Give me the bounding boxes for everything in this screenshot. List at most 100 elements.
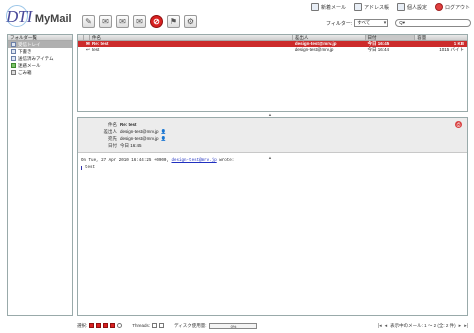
new-mail-icon <box>310 3 319 11</box>
print-icon[interactable]: ⎙ <box>455 121 462 128</box>
last-page-icon[interactable]: ▸| <box>464 323 468 329</box>
preview-date-row: 日付 今日 16:45 <box>78 142 467 149</box>
select-label: 選択: <box>77 322 88 328</box>
logo-ring-icon <box>6 5 28 27</box>
inbox-icon <box>11 42 16 47</box>
filter-label: フィルター: <box>326 20 353 27</box>
select-all-button[interactable] <box>89 323 95 328</box>
app-header: DTI MyMail 新着メール アドレス帳 個人設定 ログアウト ✎ ✉ ✉ … <box>0 0 474 34</box>
settings-label: 個人設定 <box>406 4 427 11</box>
message-from: design-test@mrv.jp <box>294 47 334 52</box>
compose-button[interactable]: ✎ <box>82 15 95 28</box>
sidebar-item-label: ごみ箱 <box>18 69 32 75</box>
address-book-label: アドレス帳 <box>363 4 389 11</box>
select-page-button[interactable] <box>96 323 102 328</box>
gear-icon: ⚙ <box>186 17 195 26</box>
preview-date: 今日 16:45 <box>120 142 142 148</box>
reply-all-icon: ✉ <box>119 17 126 26</box>
quoted-text: test <box>81 166 464 170</box>
new-mail-label: 新着メール <box>320 4 346 11</box>
sidebar-item-label: 受信トレイ <box>18 41 41 47</box>
preview-to-row: 宛先 design-test@mrv.jp 👤 <box>78 135 467 142</box>
quote-intro: On Tue, 27 Apr 2010 16:44:25 +0900, desi… <box>81 159 235 163</box>
logout-label: ログアウト <box>444 4 470 11</box>
mark-icon: ⚑ <box>169 17 178 26</box>
options-button[interactable]: ⚙ <box>184 15 197 28</box>
subject-label: 件名 <box>108 121 117 127</box>
new-mail-link[interactable]: 新着メール <box>310 3 346 11</box>
column-header-subject[interactable]: 件名 <box>90 35 293 40</box>
from-label: 差出人 <box>103 128 118 134</box>
reply-button[interactable]: ✉ <box>99 15 112 28</box>
threads-expand[interactable] <box>159 323 165 328</box>
add-contact-icon[interactable]: 👤 <box>161 136 167 142</box>
column-header-date[interactable]: 日付 <box>365 35 416 40</box>
header-collapse-handle[interactable]: ▲ <box>268 155 272 160</box>
column-header-from[interactable]: 差出人 <box>293 35 366 40</box>
app-logo[interactable]: DTI MyMail <box>6 5 72 27</box>
select-unread-button[interactable] <box>103 323 109 328</box>
reply-icon: ✉ <box>102 17 109 26</box>
sidebar-item-junk[interactable]: 迷惑メール <box>8 62 72 69</box>
table-row[interactable]: ↩ test design-test@mrv.jp 今日 16:44 1015 … <box>78 47 467 53</box>
disk-usage-label: ディスク使用量: <box>174 322 207 328</box>
date-label: 日付 <box>108 142 117 148</box>
trash-icon <box>11 70 16 75</box>
disk-usage-bar: 0% <box>209 322 258 329</box>
preview-subject-row: 件名 Re: test <box>78 121 467 128</box>
message-date: 今日 16:44 <box>367 47 390 52</box>
address-book-link[interactable]: アドレス帳 <box>353 3 389 11</box>
preview-to[interactable]: design-test@mrv.jp <box>120 136 159 141</box>
preview-subject: Re: test <box>120 122 137 127</box>
threads-toggle[interactable] <box>152 323 158 328</box>
select-flagged-button[interactable] <box>110 323 116 328</box>
settings-link[interactable]: 個人設定 <box>396 3 427 11</box>
sidebar-item-inbox[interactable]: 受信トレイ <box>8 41 72 48</box>
settings-icon <box>396 3 405 11</box>
prev-page-icon[interactable]: ◂ <box>385 323 388 329</box>
sidebar-item-trash[interactable]: ごみ箱 <box>8 69 72 76</box>
sidebar-item-drafts[interactable]: 下書き <box>8 48 72 55</box>
sent-icon <box>11 56 16 61</box>
drafts-icon <box>11 49 16 54</box>
compose-icon: ✎ <box>85 17 92 26</box>
reply-all-button[interactable]: ✉ <box>116 15 129 28</box>
sidebar-item-label: 下書き <box>18 48 32 54</box>
status-footer: 選択: Threads: ディスク使用量: 0% |◂ ◂ 表示中のメール: 1… <box>0 318 474 333</box>
mark-button[interactable]: ⚑ <box>167 15 180 28</box>
junk-icon <box>11 63 16 68</box>
message-preview: 件名 Re: test 差出人 design-test@mrv.jp 👤 宛先 … <box>77 117 468 316</box>
search-input[interactable]: Q▾ <box>395 19 472 27</box>
filter-select[interactable]: すべて <box>354 19 389 27</box>
add-contact-icon[interactable]: 👤 <box>161 129 167 135</box>
sidebar-item-label: 迷惑メール <box>18 62 41 68</box>
delete-button[interactable]: ⊘ <box>150 15 163 28</box>
first-page-icon[interactable]: |◂ <box>378 323 382 329</box>
next-page-icon[interactable]: ▸ <box>459 323 462 329</box>
top-links: 新着メール アドレス帳 個人設定 ログアウト <box>310 3 470 11</box>
address-book-icon <box>353 3 362 11</box>
message-list: 件名 差出人 日付 容量 ✉ Re: test design-test@mrv.… <box>77 34 468 112</box>
column-header-size[interactable]: 容量 <box>415 35 467 40</box>
pager-text: 表示中のメール: 1 〜 2 (全: 2 件) <box>390 322 456 328</box>
to-label: 宛先 <box>108 135 117 141</box>
logo-mymail: MyMail <box>34 13 72 25</box>
logout-link[interactable]: ログアウト <box>434 3 470 11</box>
select-none-button[interactable] <box>117 323 123 328</box>
message-body: On Tue, 27 Apr 2010 16:44:25 +0900, desi… <box>78 153 467 170</box>
sidebar-item-sent[interactable]: 送信済みアイテム <box>8 55 72 62</box>
forward-icon: ✉ <box>136 17 143 26</box>
folder-sidebar: フォルダ一覧 受信トレイ 下書き 送信済みアイテム 迷惑メール ごみ箱 <box>7 34 73 316</box>
forward-button[interactable]: ✉ <box>133 15 146 28</box>
filter-bar: フィルター: すべて Q▾ <box>326 19 472 27</box>
preview-from-row: 差出人 design-test@mrv.jp 👤 <box>78 128 467 135</box>
delete-icon: ⊘ <box>153 17 160 26</box>
toolbar: ✎ ✉ ✉ ✉ ⊘ ⚑ ⚙ <box>82 15 197 28</box>
message-size: 1015 バイト <box>439 47 465 52</box>
message-subject: test <box>91 47 100 52</box>
sidebar-item-label: 送信済みアイテム <box>18 55 54 61</box>
sender-link[interactable]: design-test@mrv.jp <box>171 159 216 163</box>
preview-from[interactable]: design-test@mrv.jp <box>120 129 159 134</box>
logout-icon <box>434 3 443 11</box>
preview-header: 件名 Re: test 差出人 design-test@mrv.jp 👤 宛先 … <box>78 118 467 153</box>
